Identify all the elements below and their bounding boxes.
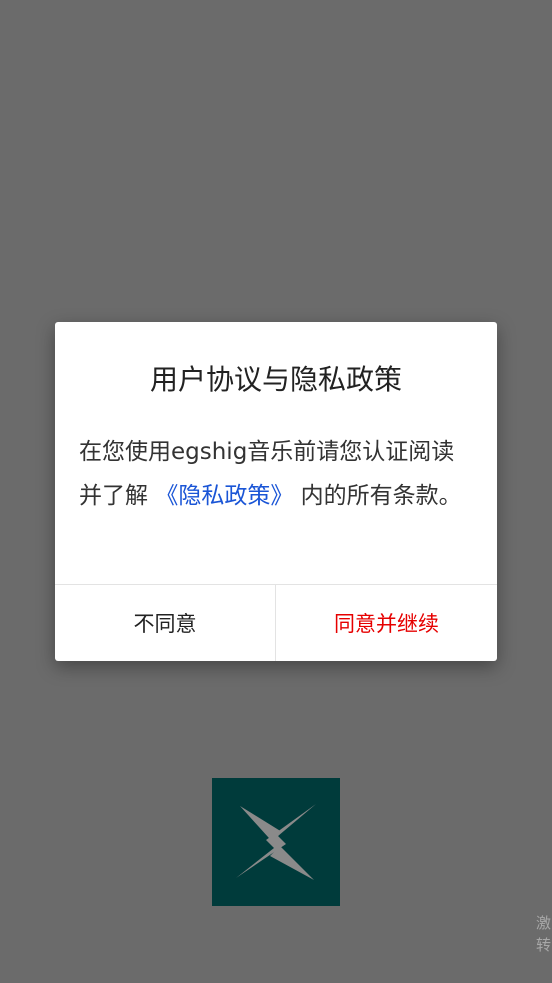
dialog-message-suffix: 内的所有条款。 bbox=[293, 483, 462, 509]
skip-label-line2: 转 bbox=[536, 936, 552, 954]
dialog-message: 在您使用egshig音乐前请您认证阅读并了解 《隐私政策》 内的所有条款。 bbox=[79, 430, 475, 518]
decline-button[interactable]: 不同意 bbox=[55, 585, 275, 661]
privacy-policy-link[interactable]: 《隐私政策》 bbox=[155, 483, 293, 509]
dialog-title: 用户协议与隐私政策 bbox=[149, 363, 402, 396]
skip-label-line1: 激 bbox=[536, 914, 552, 932]
accept-continue-button[interactable]: 同意并继续 bbox=[276, 585, 497, 661]
skip-label[interactable]: 激 转 bbox=[536, 912, 552, 956]
splash-screen: 激 转 用户协议与隐私政策 在您使用egshig音乐前请您认证阅读并了解 《隐私… bbox=[0, 0, 552, 983]
lightning-cross-logo-icon bbox=[236, 804, 316, 880]
privacy-dialog: 用户协议与隐私政策 在您使用egshig音乐前请您认证阅读并了解 《隐私政策》 … bbox=[55, 322, 497, 661]
app-logo bbox=[212, 778, 340, 906]
